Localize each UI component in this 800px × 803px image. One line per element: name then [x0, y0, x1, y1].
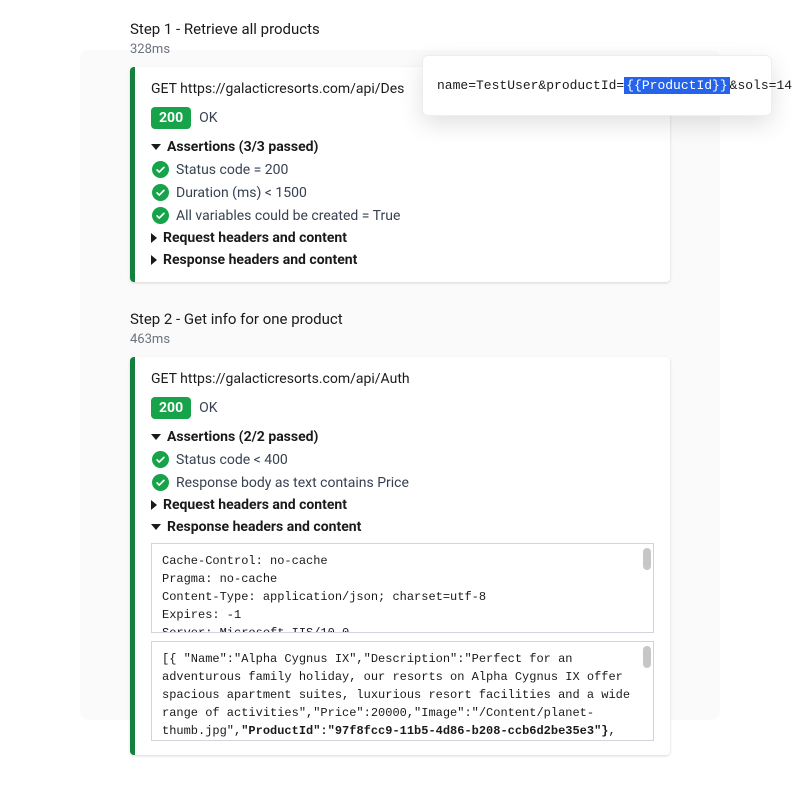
step2-duration: 463ms [130, 332, 670, 347]
assertion-text: Duration (ms) < 1500 [176, 185, 307, 201]
check-circle-icon [152, 207, 169, 224]
assertion-text: Response body as text contains Price [176, 475, 409, 491]
step2-card: GET https://galacticresorts.com/api/Auth… [130, 357, 670, 755]
step1-response-headers-toggle[interactable]: Response headers and content [151, 252, 654, 268]
scrollbar[interactable] [643, 548, 651, 628]
chevron-down-icon [151, 144, 161, 150]
step2-request-line: GET https://galacticresorts.com/api/Auth [151, 371, 654, 387]
step2-title: Step 2 - Get info for one product [130, 310, 670, 328]
chevron-right-icon [151, 255, 157, 265]
chevron-down-icon [151, 524, 161, 530]
tooltip-post: &sols=14 [730, 78, 792, 93]
response-headers-block[interactable]: Cache-Control: no-cache Pragma: no-cache… [151, 543, 654, 633]
step1-assertions-toggle[interactable]: Assertions (3/3 passed) [151, 139, 654, 155]
step2-assertions-label: Assertions (2/2 passed) [167, 429, 318, 445]
step1-request-headers-toggle[interactable]: Request headers and content [151, 230, 654, 246]
step2-response-headers-label: Response headers and content [167, 519, 361, 535]
assertion-text: Status code < 400 [176, 452, 288, 468]
step2-assertions-toggle[interactable]: Assertions (2/2 passed) [151, 429, 654, 445]
tooltip-pre: name=TestUser&productId= [437, 78, 624, 93]
step2-request-headers-toggle[interactable]: Request headers and content [151, 497, 654, 513]
check-circle-icon [152, 184, 169, 201]
assertion-row: All variables could be created = True [152, 207, 654, 224]
step1-response-headers-label: Response headers and content [163, 252, 357, 268]
assertion-row: Duration (ms) < 1500 [152, 184, 654, 201]
step1-request-headers-label: Request headers and content [163, 230, 347, 246]
scrollbar[interactable] [643, 646, 651, 736]
step1-assertions-label: Assertions (3/3 passed) [167, 139, 318, 155]
step2-request-headers-label: Request headers and content [163, 497, 347, 513]
assertion-row: Status code < 400 [152, 451, 654, 468]
response-headers-text: Cache-Control: no-cache Pragma: no-cache… [162, 554, 486, 633]
variable-tooltip: name=TestUser&productId={{ProductId}}&so… [422, 55, 772, 116]
check-circle-icon [152, 161, 169, 178]
assertion-text: All variables could be created = True [176, 208, 400, 224]
step2-status-text: OK [199, 400, 217, 416]
check-circle-icon [152, 474, 169, 491]
chevron-right-icon [151, 233, 157, 243]
step1-status-badge: 200 [151, 107, 191, 129]
step2-status-badge: 200 [151, 397, 191, 419]
step1-status-text: OK [199, 110, 217, 126]
step2-response-headers-toggle[interactable]: Response headers and content [151, 519, 654, 535]
assertion-text: Status code = 200 [176, 162, 288, 178]
step1-title: Step 1 - Retrieve all products [130, 20, 670, 38]
check-circle-icon [152, 451, 169, 468]
assertion-row: Status code = 200 [152, 161, 654, 178]
chevron-right-icon [151, 500, 157, 510]
chevron-down-icon [151, 434, 161, 440]
response-body-bold: "ProductId":"97f8fcc9-11b5-4d86-b208-ccb… [241, 724, 608, 738]
assertion-row: Response body as text contains Price [152, 474, 654, 491]
tooltip-highlight: {{ProductId}} [624, 77, 729, 94]
response-body-block[interactable]: [{ "Name":"Alpha Cygnus IX","Description… [151, 641, 654, 741]
